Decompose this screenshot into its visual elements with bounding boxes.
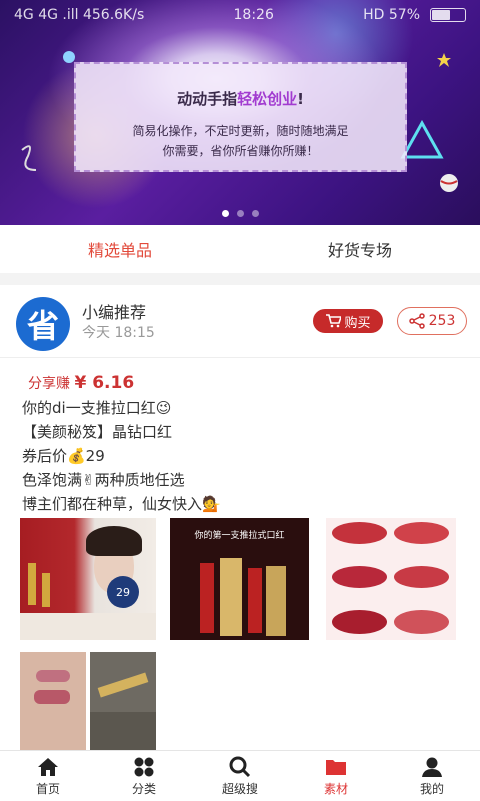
- ball-icon: [440, 174, 458, 192]
- tab-good-deals[interactable]: 好货专场: [240, 225, 480, 273]
- post-text-line: 你的di一支推拉口红😉: [22, 399, 172, 417]
- user-icon: [422, 757, 442, 777]
- nav-mine[interactable]: 我的: [384, 751, 480, 801]
- status-time: 18:26: [233, 7, 274, 23]
- ribbon-icon: [21, 145, 37, 171]
- price-badge: 29: [107, 576, 139, 608]
- banner-subtitle-2: 你需要，省你所省赚你所赚！: [162, 144, 319, 158]
- category-tabs: 精选单品 好货专场: [0, 225, 480, 273]
- post-time: 今天 18:15: [82, 325, 155, 341]
- battery-icon: [430, 8, 466, 22]
- author-name: 小编推荐: [82, 303, 147, 322]
- avatar[interactable]: 省: [16, 297, 70, 351]
- carousel-dot[interactable]: [221, 210, 229, 217]
- share-count: 253: [428, 313, 456, 329]
- share-earn-value: ¥ 6.16: [74, 373, 135, 393]
- category-icon: [134, 757, 154, 776]
- share-icon: [408, 313, 425, 329]
- post-card: 省 小编推荐 今天 18:15 购买 253 分享赚 ¥ 6.16 你的di一支…: [0, 285, 480, 750]
- banner[interactable]: 动动手指轻松创业! 简易化操作，不定时更新，随时随地满足 你需要，省你所省赚你所…: [0, 0, 480, 225]
- post-text-line: 券后价💰29: [22, 447, 105, 465]
- nav-home[interactable]: 首页: [0, 751, 96, 801]
- cart-icon: [326, 314, 342, 328]
- share-earn: 分享赚 ¥ 6.16: [28, 373, 134, 393]
- status-bar: 4G 4G .ill 456.6K/s 18:26 HD 57%: [0, 0, 480, 30]
- tab-featured-items[interactable]: 精选单品: [0, 225, 240, 273]
- bottom-nav: 首页 分类 超级搜 素材 我的: [0, 750, 480, 801]
- post-text-line: 【美颜秘笈】晶钻口红: [22, 423, 173, 441]
- nav-label: 首页: [35, 781, 60, 796]
- nav-label: 素材: [323, 781, 348, 796]
- carousel-dot[interactable]: [251, 210, 259, 217]
- gold-tube-photo[interactable]: [90, 652, 156, 750]
- search-icon: [229, 756, 251, 777]
- status-network: 4G 4G .ill 456.6K/s: [14, 7, 145, 23]
- post-text-line: 色泽饱满✌两种质地任选: [22, 471, 185, 489]
- folder-icon: [326, 759, 346, 775]
- star-icon: [437, 53, 451, 67]
- carousel-dot[interactable]: [236, 210, 244, 217]
- nav-label: 分类: [131, 781, 156, 796]
- divider: [0, 357, 480, 358]
- status-right: HD 57%: [363, 7, 466, 23]
- product-box-caption: 你的第一支推拉式口红: [194, 531, 285, 541]
- post-text-line: 博主们都在种草，仙女快入💁: [22, 495, 221, 513]
- nav-materials[interactable]: 素材: [288, 751, 384, 801]
- buy-button[interactable]: 购买: [313, 309, 383, 333]
- banner-card: 动动手指轻松创业! 简易化操作，不定时更新，随时随地满足 你需要，省你所省赚你所…: [74, 62, 407, 172]
- buy-label: 购买: [344, 315, 371, 331]
- product-box-photo[interactable]: 你的第一支推拉式口红: [170, 518, 309, 640]
- home-icon: [38, 757, 58, 776]
- carousel-dots: [0, 210, 480, 217]
- nav-category[interactable]: 分类: [96, 751, 192, 801]
- banner-subtitle-1: 简易化操作，不定时更新，随时随地满足: [132, 124, 349, 138]
- nav-super-search[interactable]: 超级搜: [192, 751, 288, 801]
- lip-swatch-grid[interactable]: [326, 518, 456, 640]
- model-lipstick-photo[interactable]: 29: [20, 518, 156, 640]
- arm-swatch-photo[interactable]: [20, 652, 86, 750]
- nav-label: 我的: [419, 781, 444, 796]
- nav-label: 超级搜: [221, 781, 258, 796]
- banner-title: 动动手指轻松创业!: [177, 90, 304, 108]
- status-signal-battery: HD 57%: [363, 7, 420, 23]
- share-earn-label: 分享赚: [28, 376, 70, 392]
- share-button[interactable]: 253: [397, 307, 467, 335]
